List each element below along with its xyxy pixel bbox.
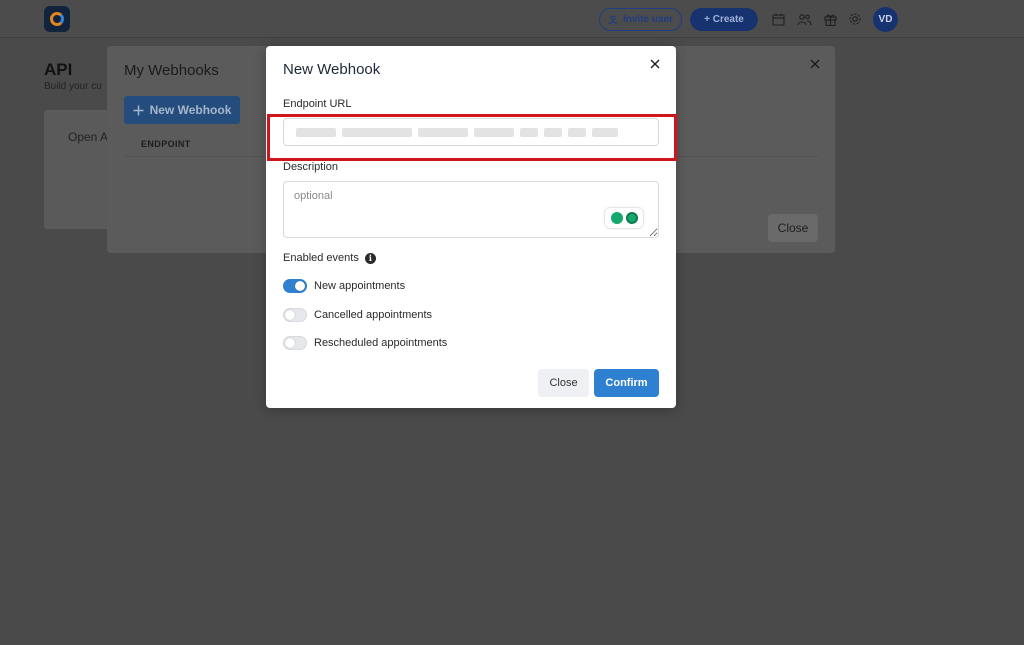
page-title: API — [44, 60, 73, 79]
calendar-icon[interactable] — [770, 11, 786, 27]
toggle-switch[interactable] — [283, 336, 307, 350]
toggle-knob — [285, 338, 295, 348]
enabled-events-text: Enabled events — [283, 252, 359, 264]
event-toggle-rescheduled-appointments[interactable]: Rescheduled appointments — [283, 336, 447, 350]
toggle-switch[interactable] — [283, 279, 307, 293]
close-button-label: Close — [549, 377, 578, 389]
lightbulb-icon — [610, 212, 623, 224]
avatar[interactable]: VD — [873, 7, 898, 32]
endpoint-url-input[interactable] — [283, 118, 659, 146]
toggle-knob — [285, 310, 295, 320]
description-input[interactable] — [283, 181, 659, 238]
grammarly-icon — [625, 212, 638, 224]
app-logo[interactable] — [44, 6, 70, 32]
toggle-knob — [295, 281, 305, 291]
invite-user-button[interactable]: Invite user — [599, 8, 682, 31]
new-webhook-label: New Webhook — [149, 103, 232, 117]
event-label: New appointments — [314, 280, 406, 292]
grammarly-widget[interactable] — [605, 208, 643, 228]
endpoint-column-header: ENDPOINT — [141, 139, 191, 149]
user-icon — [608, 14, 618, 25]
event-label: Cancelled appointments — [314, 309, 433, 321]
webhooks-close-button[interactable]: Close — [768, 214, 818, 242]
plus-icon — [133, 105, 144, 115]
webhooks-list-title: My Webhooks — [124, 62, 219, 79]
team-icon[interactable] — [796, 11, 812, 27]
event-label: Rescheduled appointments — [314, 337, 448, 349]
new-webhook-modal: New Webhook Endpoint URL Description Ena… — [266, 46, 677, 408]
invite-user-label: Invite user — [622, 14, 674, 25]
gift-icon[interactable] — [822, 11, 838, 27]
modal-title: New Webhook — [283, 61, 381, 78]
enabled-events-label: Enabled events i — [283, 252, 376, 264]
event-toggle-new-appointments[interactable]: New appointments — [283, 279, 405, 293]
confirm-button[interactable]: Confirm — [594, 369, 659, 397]
create-button[interactable]: + Create — [690, 8, 758, 31]
confirm-button-label: Confirm — [605, 377, 648, 389]
create-label: + Create — [704, 14, 744, 25]
event-toggle-cancelled-appointments[interactable]: Cancelled appointments — [283, 308, 432, 322]
top-bar: Invite user + Create VD — [0, 0, 1024, 38]
close-icon[interactable] — [807, 56, 823, 72]
webhooks-close-label: Close — [777, 221, 809, 235]
toggle-switch[interactable] — [283, 308, 307, 322]
avatar-initials: VD — [878, 14, 893, 25]
api-card-text: Open A — [68, 130, 108, 144]
info-icon[interactable]: i — [364, 252, 376, 264]
new-webhook-button[interactable]: New Webhook — [124, 96, 240, 124]
close-button[interactable]: Close — [538, 369, 589, 397]
gear-icon[interactable] — [847, 11, 863, 27]
page-subtitle: Build your cu — [44, 81, 102, 92]
api-card: Open A — [44, 110, 108, 229]
logo-ring-icon — [50, 12, 64, 26]
close-icon[interactable] — [647, 56, 663, 72]
endpoint-url-label: Endpoint URL — [283, 98, 352, 110]
description-label: Description — [283, 161, 339, 173]
